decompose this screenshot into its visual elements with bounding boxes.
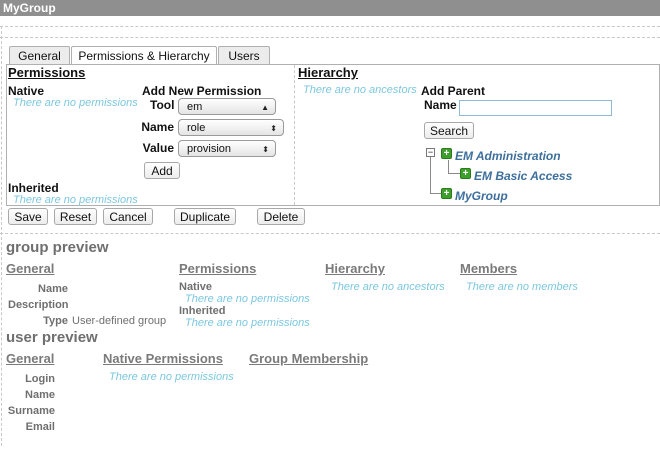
tool-label: Tool [150, 98, 175, 112]
add-permission-title: Add New Permission [142, 84, 262, 98]
select-arrows-icon: ⬍ [270, 124, 277, 133]
user-native-permissions-title: Native Permissions [103, 351, 223, 366]
name-select[interactable]: role ⬍ [178, 119, 284, 136]
group-name-label: Name [38, 283, 68, 295]
select-arrows-icon: ⬍ [262, 145, 269, 154]
hierarchy-title: Hierarchy [298, 65, 358, 80]
group-node-icon: + [441, 188, 452, 199]
user-name-label: Name [25, 389, 55, 401]
inherited-label: Inherited [8, 181, 59, 195]
value-label: Value [142, 141, 174, 155]
name-select-value: role [187, 122, 206, 134]
window-title: MyGroup [0, 0, 660, 16]
delete-button[interactable]: Delete [257, 208, 305, 225]
user-login-label: Login [25, 373, 55, 385]
group-members-title: Members [460, 261, 518, 276]
group-hierarchy-empty: There are no ancestors [331, 281, 445, 293]
select-arrows-icon: ▲ [261, 103, 269, 112]
tree-line [430, 193, 441, 194]
group-inherited-label: Inherited [179, 305, 226, 317]
user-native-permissions-empty: There are no permissions [109, 371, 234, 383]
tab-general[interactable]: General [9, 46, 70, 65]
add-permission-button[interactable]: Add [144, 162, 180, 179]
group-preview-title: group preview [6, 239, 109, 256]
ancestors-empty: There are no ancestors [303, 84, 417, 96]
panel-divider [294, 65, 295, 205]
native-label: Native [8, 84, 45, 98]
add-parent-title: Add Parent [421, 84, 486, 98]
tree-line [448, 173, 460, 174]
tool-select[interactable]: em ▲ [178, 98, 276, 115]
divider [0, 37, 660, 38]
permissions-title: Permissions [8, 65, 86, 80]
user-general-title: General [6, 351, 55, 366]
group-general-title: General [6, 261, 55, 276]
parent-name-label: Name [424, 98, 457, 112]
collapse-icon[interactable]: − [426, 148, 435, 157]
tree-item-mygroup[interactable]: MyGroup [455, 189, 508, 203]
tab-permissions-hierarchy[interactable]: Permissions & Hierarchy [71, 46, 217, 66]
group-native-empty: There are no permissions [185, 293, 310, 305]
inherited-empty: There are no permissions [13, 194, 138, 206]
search-button[interactable]: Search [424, 122, 474, 139]
tree-item-em-basic-access[interactable]: EM Basic Access [474, 169, 572, 183]
user-surname-label: Surname [7, 405, 55, 417]
value-select-value: provision [187, 143, 232, 155]
group-type-value: User-defined group [72, 315, 167, 327]
group-permissions-title: Permissions [179, 261, 257, 276]
user-email-label: Email [25, 421, 55, 433]
tree-item-em-administration[interactable]: EM Administration [455, 149, 561, 163]
group-inherited-empty: There are no permissions [185, 317, 310, 329]
group-native-label: Native [179, 281, 213, 293]
native-empty: There are no permissions [13, 97, 138, 109]
divider [0, 26, 660, 27]
user-preview-title: user preview [6, 329, 98, 346]
tree-line [448, 160, 449, 174]
tab-users[interactable]: Users [218, 46, 270, 65]
tree-line [430, 156, 431, 194]
value-select[interactable]: provision ⬍ [178, 140, 276, 157]
tool-select-value: em [187, 101, 203, 113]
group-members-empty: There are no members [466, 281, 578, 293]
cancel-button[interactable]: Cancel [103, 208, 153, 225]
user-group-membership-title: Group Membership [249, 351, 369, 366]
group-node-icon: + [441, 148, 452, 159]
duplicate-button[interactable]: Duplicate [174, 208, 236, 225]
name-label: Name [141, 120, 174, 134]
parent-name-input[interactable] [459, 100, 612, 116]
reset-button[interactable]: Reset [54, 208, 97, 225]
save-button[interactable]: Save [8, 208, 48, 225]
group-hierarchy-title: Hierarchy [325, 261, 385, 276]
group-node-icon: + [460, 168, 471, 179]
group-description-label: Description [8, 299, 69, 311]
group-type-label: Type [43, 315, 68, 327]
divider [0, 233, 660, 234]
